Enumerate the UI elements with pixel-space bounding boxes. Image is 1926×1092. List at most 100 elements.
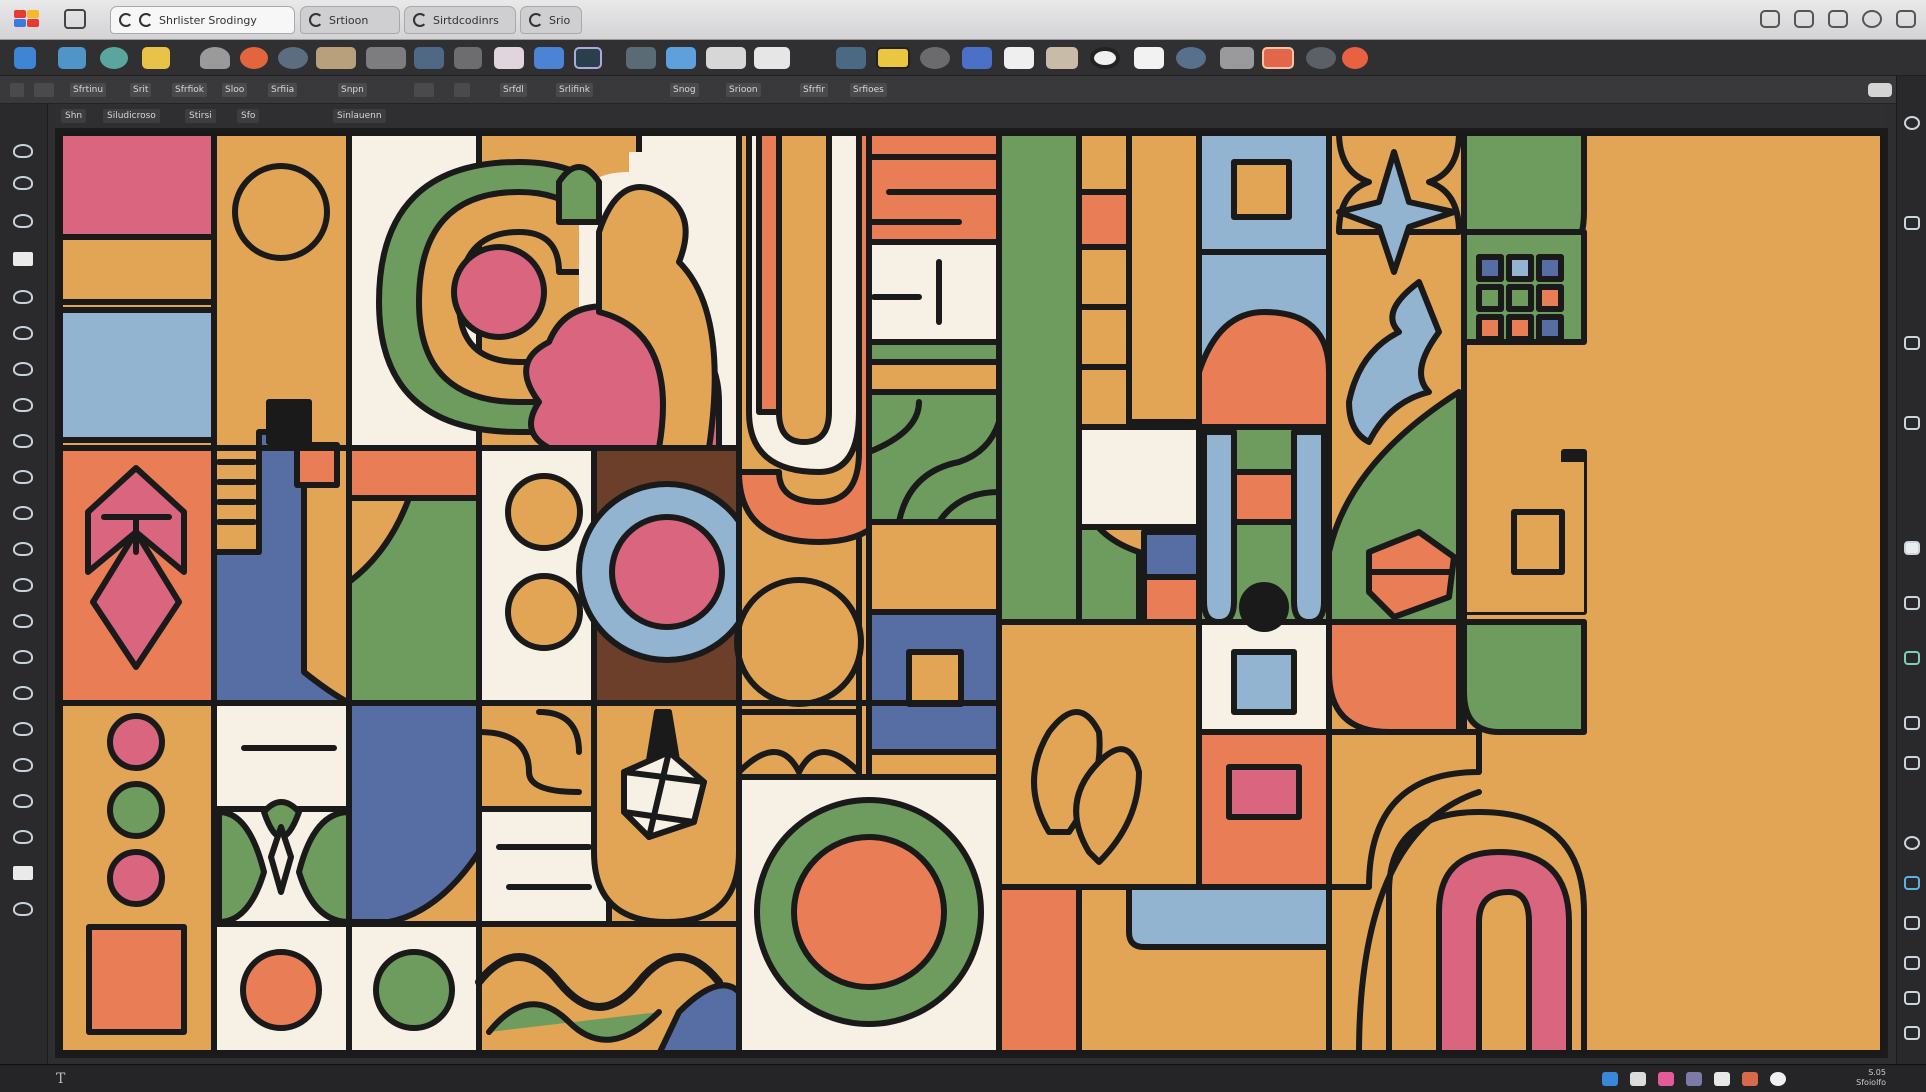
panel-icon[interactable] (1904, 716, 1920, 730)
toolbar-icon[interactable] (1046, 47, 1078, 69)
toolbar-icon[interactable] (1176, 47, 1206, 69)
status-icon[interactable] (1602, 1072, 1618, 1086)
toolbar-icon[interactable] (240, 47, 268, 69)
toolbar-icon[interactable] (1090, 47, 1120, 69)
brush-icon[interactable] (13, 470, 33, 484)
brush-icon[interactable] (13, 506, 33, 520)
panel-icon[interactable] (1904, 416, 1920, 430)
brush-icon[interactable] (13, 578, 33, 592)
toolbar-item[interactable]: Srfioes (850, 83, 887, 97)
tab-document-2[interactable]: Srtioon (300, 6, 400, 34)
brush-icon[interactable] (13, 650, 33, 664)
toolbar-icon[interactable] (200, 47, 230, 69)
window-control-icon[interactable] (1760, 10, 1780, 28)
option-item[interactable]: Siludicroso (103, 109, 160, 123)
tab-document-4[interactable]: Srio (520, 6, 582, 34)
brush-icon[interactable] (13, 686, 33, 700)
text-icon[interactable]: T (56, 1071, 65, 1087)
toolbar-icon[interactable] (836, 47, 866, 69)
toolbar-icon[interactable] (1306, 47, 1336, 69)
toolbar-icon[interactable] (366, 47, 406, 69)
toolbar-item[interactable]: Srioon (726, 83, 761, 97)
toolbar-icon[interactable] (706, 47, 746, 69)
option-item[interactable]: Sinlauenn (333, 109, 386, 123)
tab-document-3[interactable]: Sirtdcodinrs (404, 6, 516, 34)
brush-icon[interactable] (13, 758, 33, 772)
status-icon[interactable] (1742, 1072, 1758, 1086)
toolbar-icon[interactable] (534, 47, 564, 69)
toolbar-icon[interactable] (962, 47, 992, 69)
square-icon[interactable] (13, 866, 33, 880)
toolbar-icon[interactable] (316, 47, 356, 69)
brush-icon[interactable] (13, 794, 33, 808)
toolbar-icon[interactable] (1262, 47, 1294, 69)
option-item[interactable]: Stirsi (185, 109, 216, 123)
window-control-icon[interactable] (1794, 10, 1814, 28)
toolbar-icon[interactable] (626, 47, 656, 69)
toolbar-icon[interactable] (666, 47, 696, 69)
brush-icon[interactable] (13, 144, 33, 158)
toolbar-item[interactable]: Sloo (222, 83, 248, 97)
toolbar-icon[interactable] (414, 83, 434, 97)
brush-icon[interactable] (13, 614, 33, 628)
brush-icon[interactable] (13, 902, 33, 916)
window-control-icon[interactable] (1862, 10, 1882, 28)
toolbar-icon[interactable] (454, 83, 470, 97)
toolbar-icon[interactable] (1134, 47, 1164, 69)
panel-icon[interactable] (1904, 116, 1920, 130)
toolbar-icon[interactable] (142, 47, 170, 69)
option-item[interactable]: Sfo (237, 109, 260, 123)
toolbar-icon[interactable] (494, 47, 524, 69)
panel-icon[interactable] (1904, 1026, 1920, 1040)
toolbar-item[interactable]: Srit (130, 83, 152, 97)
brush-icon[interactable] (13, 214, 33, 228)
toolbar-icon[interactable] (100, 47, 128, 69)
square-icon[interactable] (13, 252, 33, 266)
brush-icon[interactable] (13, 398, 33, 412)
artboard-canvas[interactable] (55, 128, 1888, 1058)
toolbar-item[interactable]: Snpn (338, 83, 367, 97)
brush-icon[interactable] (13, 326, 33, 340)
toolbar-item[interactable]: Srlifink (556, 83, 593, 97)
app-logo-icon[interactable] (14, 10, 40, 28)
panel-icon[interactable] (1904, 916, 1920, 930)
layout-icon[interactable] (64, 9, 86, 29)
panel-icon[interactable] (1904, 836, 1920, 850)
panel-icon[interactable] (1904, 956, 1920, 970)
panel-icon[interactable] (1904, 756, 1920, 770)
status-icon[interactable] (1770, 1072, 1786, 1086)
panel-icon[interactable] (1904, 336, 1920, 350)
status-icon[interactable] (1714, 1072, 1730, 1086)
option-item[interactable]: Shn (61, 109, 87, 123)
toolbar-icon[interactable] (754, 47, 790, 69)
toolbar-icon[interactable] (278, 47, 308, 69)
brush-icon[interactable] (13, 290, 33, 304)
toolbar-icon[interactable] (10, 83, 24, 97)
toolbar-item[interactable]: Sfrtinu (70, 83, 107, 97)
status-icon[interactable] (1658, 1072, 1674, 1086)
status-icon[interactable] (1630, 1072, 1646, 1086)
toolbar-icon[interactable] (1868, 83, 1892, 97)
panel-icon[interactable] (1904, 651, 1920, 665)
brush-icon[interactable] (13, 722, 33, 736)
toolbar-item[interactable]: Sfrfiok (172, 83, 207, 97)
toolbar-icon[interactable] (34, 83, 54, 97)
window-control-icon[interactable] (1896, 10, 1916, 28)
toolbar-item[interactable]: Snog (670, 83, 699, 97)
toolbar-item[interactable]: Srfdl (500, 83, 527, 97)
toolbar-item[interactable]: Srfiia (268, 83, 298, 97)
panel-icon[interactable] (1904, 876, 1920, 890)
panel-icon[interactable] (1904, 991, 1920, 1005)
brush-icon[interactable] (13, 542, 33, 556)
toolbar-icon[interactable] (1220, 47, 1254, 69)
brush-icon[interactable] (13, 830, 33, 844)
toolbar-icon[interactable] (574, 47, 602, 69)
panel-icon[interactable] (1904, 541, 1920, 555)
tab-document-1[interactable]: Shrlister Srodingy (110, 6, 295, 34)
toolbar-icon[interactable] (454, 47, 482, 69)
toolbar-icon[interactable] (14, 47, 36, 69)
toolbar-icon[interactable] (414, 47, 444, 69)
toolbar-item[interactable]: Sfrfir (800, 83, 828, 97)
toolbar-icon[interactable] (876, 47, 910, 69)
panel-icon[interactable] (1904, 596, 1920, 610)
